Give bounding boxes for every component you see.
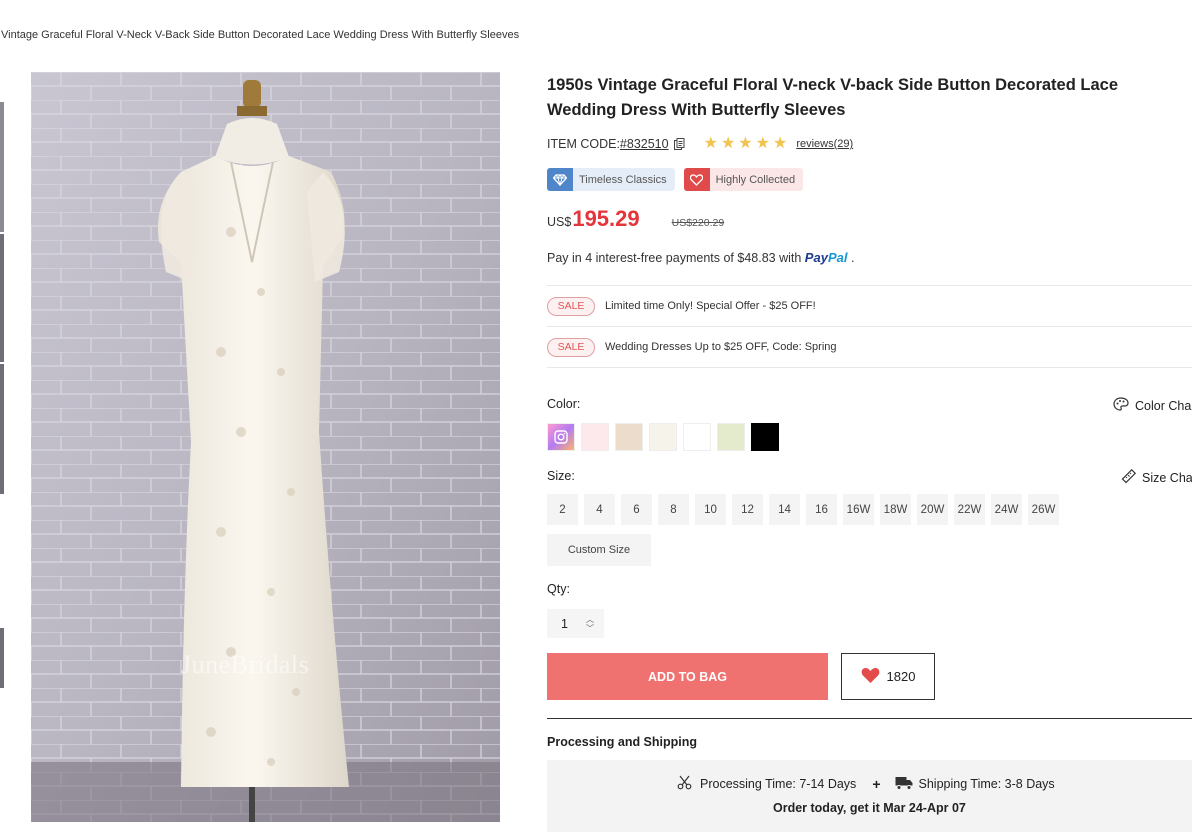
size-option[interactable]: 16W bbox=[843, 494, 874, 525]
qty-arrows: ︿ ﹀ bbox=[586, 615, 594, 633]
plus-sign: + bbox=[872, 776, 881, 792]
diamond-icon bbox=[547, 168, 573, 191]
color-swatch-photo[interactable] bbox=[547, 423, 575, 451]
star-icon: ★ bbox=[755, 135, 770, 152]
size-option[interactable]: 12 bbox=[732, 494, 763, 525]
image-watermark: JuneBridals bbox=[181, 650, 310, 679]
wishlist-button[interactable]: 1820 bbox=[841, 653, 935, 700]
badges: Timeless Classics Highly Collected bbox=[547, 168, 804, 191]
quantity-input[interactable]: 1 bbox=[561, 617, 586, 631]
badge-highly-collected: Highly Collected bbox=[683, 168, 804, 191]
size-chart-label: Size Cha bbox=[1142, 471, 1192, 485]
color-chart-link[interactable]: Color Cha bbox=[1113, 397, 1191, 414]
thumbnail-2[interactable] bbox=[0, 234, 4, 362]
product-title: 1950s Vintage Graceful Floral V-neck V-b… bbox=[547, 76, 1118, 119]
size-option[interactable]: 18W bbox=[880, 494, 911, 525]
dress-photo bbox=[31, 72, 500, 822]
divider bbox=[547, 367, 1192, 368]
camera-icon bbox=[554, 430, 568, 444]
price-currency: US$ bbox=[547, 215, 572, 229]
color-swatch[interactable] bbox=[683, 423, 711, 451]
sale-tag: SALE bbox=[547, 337, 595, 357]
color-label: Color: bbox=[547, 397, 581, 411]
sale-tag: SALE bbox=[547, 296, 595, 316]
size-option[interactable]: 8 bbox=[658, 494, 689, 525]
size-option[interactable]: 16 bbox=[806, 494, 837, 525]
processing-time: Processing Time: 7-14 Days bbox=[700, 777, 857, 791]
star-icon: ★ bbox=[720, 135, 736, 152]
quantity-stepper: 1 ︿ ﹀ bbox=[547, 609, 604, 638]
size-option[interactable]: 6 bbox=[621, 494, 652, 525]
add-to-bag-button[interactable]: ADD TO BAG bbox=[547, 653, 828, 700]
size-option[interactable]: 10 bbox=[695, 494, 726, 525]
color-chart-label: Color Cha bbox=[1135, 398, 1192, 413]
paypal-suffix: . bbox=[850, 251, 855, 265]
order-today-text: Order today, get it Mar 24-Apr 07 bbox=[773, 801, 966, 815]
color-swatch[interactable] bbox=[717, 423, 745, 451]
size-option[interactable]: 26W bbox=[1028, 494, 1059, 525]
ruler-icon bbox=[1121, 468, 1137, 487]
product-main-image[interactable]: JuneBridals bbox=[31, 72, 500, 822]
size-option[interactable]: 20W bbox=[917, 494, 948, 525]
color-swatch[interactable] bbox=[615, 423, 643, 451]
size-option[interactable]: 24W bbox=[991, 494, 1022, 525]
truck-icon bbox=[895, 776, 913, 793]
heart-icon bbox=[683, 168, 710, 191]
color-swatches bbox=[547, 423, 779, 451]
current-price: 195.29 bbox=[572, 206, 640, 231]
rating-stars: ★ ★ ★ ★ ★ bbox=[703, 135, 788, 152]
promo-text: Limited time Only! Special Offer - $25 O… bbox=[605, 300, 816, 312]
custom-size-button[interactable]: Custom Size bbox=[547, 534, 651, 566]
badge-label: Timeless Classics bbox=[579, 173, 667, 186]
shipping-box: Processing Time: 7-14 Days + Shipping Ti… bbox=[547, 760, 1192, 832]
item-code-row: ITEM CODE: #832510 ★ ★ ★ ★ ★ reviews(29) bbox=[547, 135, 853, 152]
paypal-text: Pay in 4 interest-free payments of $48.8… bbox=[547, 251, 802, 265]
size-label: Size: bbox=[547, 469, 575, 483]
size-option[interactable]: 2 bbox=[547, 494, 578, 525]
size-option[interactable]: 22W bbox=[954, 494, 985, 525]
color-swatch[interactable] bbox=[581, 423, 609, 451]
chevron-up-icon[interactable]: ︿ bbox=[586, 615, 594, 624]
palette-icon bbox=[1113, 397, 1129, 414]
chevron-down-icon[interactable]: ﹀ bbox=[586, 624, 594, 633]
wishlist-count: 1820 bbox=[886, 669, 916, 684]
shipping-title: Processing and Shipping bbox=[547, 735, 698, 749]
thumbnail-1[interactable] bbox=[0, 102, 4, 232]
color-swatch[interactable] bbox=[751, 423, 779, 451]
badge-timeless-classics: Timeless Classics bbox=[547, 168, 675, 191]
qty-label: Qty: bbox=[547, 582, 570, 596]
shipping-times: Processing Time: 7-14 Days + Shipping Ti… bbox=[677, 775, 1055, 793]
divider bbox=[547, 718, 1192, 719]
size-option[interactable]: 14 bbox=[769, 494, 800, 525]
item-code-value: #832510 bbox=[619, 137, 669, 151]
star-icon: ★ bbox=[703, 135, 718, 152]
size-option[interactable]: 4 bbox=[584, 494, 615, 525]
copy-icon[interactable] bbox=[673, 138, 685, 150]
reviews-link[interactable]: reviews(29) bbox=[796, 138, 853, 150]
size-chart-link[interactable]: Size Cha bbox=[1121, 468, 1192, 487]
size-options: 2 4 6 8 10 12 14 16 16W 18W 20W 22W 24W … bbox=[547, 494, 1059, 525]
thumbnail-3[interactable] bbox=[0, 364, 4, 494]
heart-icon bbox=[861, 667, 880, 687]
star-icon: ★ bbox=[738, 135, 753, 152]
price-row: US$ 195.29 US$220.29 bbox=[547, 206, 724, 232]
color-swatch[interactable] bbox=[649, 423, 677, 451]
thumbnail-4[interactable] bbox=[0, 628, 4, 688]
promo-text: Wedding Dresses Up to $25 OFF, Code: Spr… bbox=[605, 341, 837, 353]
scissors-icon bbox=[677, 775, 692, 793]
shipping-time: Shipping Time: 3-8 Days bbox=[918, 777, 1055, 791]
star-icon: ★ bbox=[772, 135, 788, 152]
item-code-label: ITEM CODE: bbox=[547, 137, 620, 151]
original-price: US$220.29 bbox=[671, 217, 725, 229]
badge-label: Highly Collected bbox=[715, 173, 796, 186]
breadcrumb[interactable]: Vintage Graceful Floral V-Neck V-Back Si… bbox=[1, 29, 519, 41]
promo-row[interactable]: SALE Wedding Dresses Up to $25 OFF, Code… bbox=[547, 326, 1192, 367]
promo-row[interactable]: SALE Limited time Only! Special Offer - … bbox=[547, 285, 1192, 326]
paypal-logo[interactable]: PayPal bbox=[805, 250, 848, 265]
paypal-installments: Pay in 4 interest-free payments of $48.8… bbox=[547, 250, 854, 265]
